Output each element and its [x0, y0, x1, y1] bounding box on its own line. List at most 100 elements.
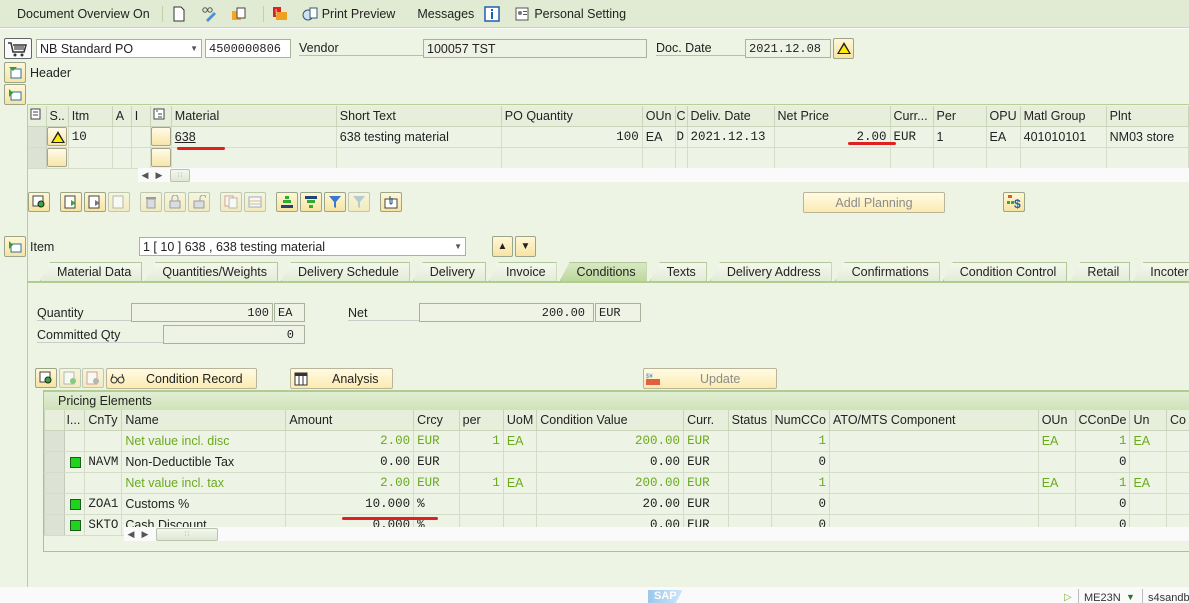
oun-cell[interactable]: EA	[642, 126, 676, 148]
a-cell[interactable]	[112, 147, 132, 169]
committed-qty-field[interactable]: 0	[163, 325, 305, 344]
oun-cell[interactable]	[1038, 451, 1076, 473]
amount-cell[interactable]: 2.00	[285, 430, 415, 452]
short-text-cell[interactable]	[336, 147, 502, 169]
un-cell[interactable]	[1129, 451, 1168, 473]
scroll-right-icon[interactable]: ▶	[138, 527, 152, 541]
quantity-unit-field[interactable]: EA	[274, 303, 305, 322]
col-oun[interactable]: OUn	[642, 106, 676, 127]
scroll-left-icon[interactable]: ◀	[124, 527, 138, 541]
name-cell[interactable]: Net value incl. disc	[121, 430, 287, 452]
col-c[interactable]: C	[675, 106, 688, 127]
condition-record-button[interactable]: Condition Record	[106, 368, 257, 389]
pricing-button[interactable]: $	[1003, 192, 1025, 212]
curr-cell[interactable]: EUR	[683, 451, 729, 473]
inactive-cell[interactable]	[64, 514, 86, 536]
col-name[interactable]: Name	[121, 410, 287, 431]
i-cell[interactable]	[131, 147, 151, 169]
c-cell[interactable]	[675, 147, 688, 169]
numcco-cell[interactable]: 0	[771, 493, 831, 515]
condition-type-cell[interactable]	[84, 472, 123, 494]
name-cell[interactable]: Customs %	[121, 493, 287, 515]
attachment-button[interactable]	[380, 192, 402, 212]
plant-cell[interactable]	[1106, 147, 1189, 169]
name-cell[interactable]: Non-Deductible Tax	[121, 451, 287, 473]
condition-value-cell[interactable]: 0.00	[536, 451, 685, 473]
material-link[interactable]: 638	[175, 130, 196, 144]
col-ato-mts[interactable]: ATO/MTS Component	[829, 410, 1039, 431]
condition-value-cell[interactable]: 20.00	[536, 493, 685, 515]
unlock-button[interactable]	[188, 192, 210, 212]
item-select[interactable]: 1 [ 10 ] 638 , 638 testing material ▼	[139, 237, 466, 256]
uom-cell[interactable]: EA	[503, 430, 538, 452]
deliv-date-cell[interactable]: 2021.12.13	[687, 126, 775, 148]
ato-mts-cell[interactable]	[829, 493, 1039, 515]
col-crcy[interactable]: Crcy	[413, 410, 460, 431]
row-selector[interactable]	[28, 126, 47, 148]
col-un[interactable]: Un	[1129, 410, 1168, 431]
deliv-date-cell[interactable]	[687, 147, 775, 169]
condition-type-cell[interactable]: SKTO	[84, 514, 123, 536]
col-oun[interactable]: OUn	[1038, 410, 1076, 431]
uom-cell[interactable]: EA	[503, 472, 538, 494]
col-net-price[interactable]: Net Price	[774, 106, 891, 127]
inactive-cell[interactable]	[64, 451, 86, 473]
col-co[interactable]: Co	[1166, 410, 1189, 431]
display-change-button[interactable]	[201, 6, 221, 22]
tab-condition-control[interactable]: Condition Control	[942, 262, 1068, 281]
col-inactive[interactable]: I...	[64, 410, 86, 431]
co-cell[interactable]	[1166, 472, 1189, 494]
items-expand-button[interactable]	[4, 84, 26, 105]
delete-button[interactable]	[140, 192, 162, 212]
col-a[interactable]: A	[112, 106, 132, 127]
col-condition-type[interactable]: CnTy	[84, 410, 123, 431]
item-number-cell[interactable]	[68, 147, 113, 169]
col-uom[interactable]: UoM	[503, 410, 538, 431]
col-item[interactable]: Itm	[68, 106, 113, 127]
copy-button[interactable]	[220, 192, 242, 212]
tab-invoice[interactable]: Invoice	[488, 262, 557, 281]
row-selector[interactable]	[44, 430, 66, 452]
cconde-cell[interactable]: 1	[1075, 430, 1131, 452]
col-opu[interactable]: OPU	[986, 106, 1021, 127]
material-cell[interactable]: 638	[171, 126, 337, 148]
tab-conditions[interactable]: Conditions	[559, 262, 647, 281]
row-selector[interactable]	[44, 493, 66, 515]
col-deliv-date[interactable]: Deliv. Date	[687, 106, 775, 127]
co-cell[interactable]	[1166, 430, 1189, 452]
ato-mts-cell[interactable]	[829, 451, 1039, 473]
delete-filter-button[interactable]	[348, 192, 370, 212]
filter-button[interactable]	[324, 192, 346, 212]
per-cell[interactable]: 1	[933, 126, 987, 148]
col-status[interactable]: Status	[728, 410, 772, 431]
material-button[interactable]	[150, 148, 171, 167]
lock-button[interactable]	[164, 192, 186, 212]
oun-cell[interactable]: EA	[1038, 430, 1076, 452]
copy-item-button[interactable]	[84, 192, 106, 212]
addl-planning-button[interactable]: Addl Planning	[803, 192, 945, 213]
co-cell[interactable]	[1166, 451, 1189, 473]
amount-cell[interactable]: 10.000	[285, 493, 415, 515]
vendor-field[interactable]: 100057 TST	[423, 39, 647, 58]
other-document-button[interactable]	[231, 6, 251, 22]
per-cell[interactable]	[933, 147, 987, 169]
crcy-cell[interactable]: EUR	[413, 451, 460, 473]
pricing-horizontal-scrollbar[interactable]: ◀ ▶ ∷	[124, 527, 1189, 541]
table-settings-button[interactable]	[28, 106, 47, 127]
next-item-button[interactable]: ▼	[515, 236, 536, 257]
col-material[interactable]: Material	[171, 106, 337, 127]
delete-row-button[interactable]	[82, 368, 104, 388]
curr-cell[interactable]: EUR	[683, 493, 729, 515]
condition-type-cell[interactable]: NAVM	[84, 451, 123, 473]
currency-cell[interactable]	[890, 147, 934, 169]
curr-cell[interactable]: EUR	[683, 430, 729, 452]
net-currency-field[interactable]: EUR	[595, 303, 641, 322]
row-selector[interactable]	[44, 451, 66, 473]
material-cell[interactable]	[171, 147, 337, 169]
cconde-cell[interactable]: 1	[1075, 472, 1131, 494]
oun-cell[interactable]	[1038, 493, 1076, 515]
update-button[interactable]: $¥ Update	[643, 368, 777, 389]
tab-quantities-weights[interactable]: Quantities/Weights	[145, 262, 279, 281]
analysis-button[interactable]: Analysis	[290, 368, 393, 389]
status-cell[interactable]	[728, 430, 772, 452]
